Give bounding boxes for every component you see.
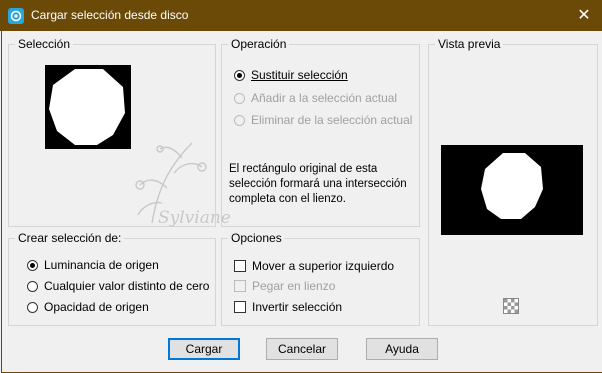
watermark: Sylviane bbox=[112, 123, 252, 238]
load-button[interactable]: Cargar bbox=[168, 338, 240, 360]
transparency-icon[interactable] bbox=[503, 298, 519, 314]
opacity-radio[interactable]: Opacidad de origen bbox=[27, 300, 149, 314]
invert-selection-label: Invertir selección bbox=[252, 300, 343, 314]
dialog-body: Selección Operación Sustituir selección … bbox=[1, 31, 602, 373]
opacity-label: Opacidad de origen bbox=[44, 300, 149, 314]
create-from-group-label: Crear selección de: bbox=[15, 231, 125, 245]
invert-selection-checkbox[interactable]: Invertir selección bbox=[234, 300, 342, 314]
radio-indicator[interactable] bbox=[27, 259, 38, 271]
options-group-label: Opciones bbox=[228, 231, 285, 245]
preview-group: Vista previa bbox=[428, 37, 598, 326]
radio-indicator[interactable] bbox=[234, 69, 245, 81]
replace-selection-label: Sustituir selección bbox=[251, 68, 348, 82]
operation-group-label: Operación bbox=[228, 37, 290, 51]
nonzero-radio[interactable]: Cualquier valor distinto de cero bbox=[27, 279, 209, 293]
preview-image bbox=[441, 145, 583, 235]
operation-description: El rectángulo original de esta selección… bbox=[229, 163, 407, 205]
paste-canvas-checkbox[interactable]: Pegar en lienzo bbox=[234, 279, 335, 293]
add-to-selection-radio[interactable]: Añadir a la selección actual bbox=[234, 91, 397, 105]
title-bar: Cargar selección desde disco ✕ bbox=[0, 0, 602, 31]
app-icon bbox=[8, 8, 24, 24]
radio-indicator[interactable] bbox=[27, 301, 38, 313]
checkbox-indicator[interactable] bbox=[234, 260, 246, 272]
move-top-left-checkbox[interactable]: Mover a superior izquierdo bbox=[234, 259, 394, 273]
nonzero-label: Cualquier valor distinto de cero bbox=[44, 279, 210, 293]
radio-indicator[interactable] bbox=[234, 92, 245, 104]
checkbox-indicator[interactable] bbox=[234, 301, 246, 313]
close-icon[interactable]: ✕ bbox=[572, 5, 596, 25]
cancel-button[interactable]: Cancelar bbox=[266, 338, 338, 360]
help-button[interactable]: Ayuda bbox=[366, 338, 438, 360]
preview-group-label: Vista previa bbox=[435, 37, 504, 51]
checkbox-indicator[interactable] bbox=[234, 280, 246, 292]
window-title: Cargar selección desde disco bbox=[31, 8, 189, 22]
move-top-left-label: Mover a superior izquierdo bbox=[252, 259, 395, 273]
add-to-selection-label: Añadir a la selección actual bbox=[251, 91, 398, 105]
paste-canvas-label: Pegar en lienzo bbox=[252, 279, 336, 293]
radio-indicator[interactable] bbox=[27, 280, 38, 292]
remove-from-selection-label: Eliminar de la selección actual bbox=[251, 113, 413, 127]
watermark-text: Sylviane bbox=[158, 208, 231, 228]
luminance-label: Luminancia de origen bbox=[44, 258, 159, 272]
replace-selection-radio[interactable]: Sustituir selección bbox=[234, 68, 348, 82]
remove-from-selection-radio[interactable]: Eliminar de la selección actual bbox=[234, 113, 412, 127]
selection-group-label: Selección bbox=[15, 37, 74, 51]
luminance-radio[interactable]: Luminancia de origen bbox=[27, 258, 159, 272]
